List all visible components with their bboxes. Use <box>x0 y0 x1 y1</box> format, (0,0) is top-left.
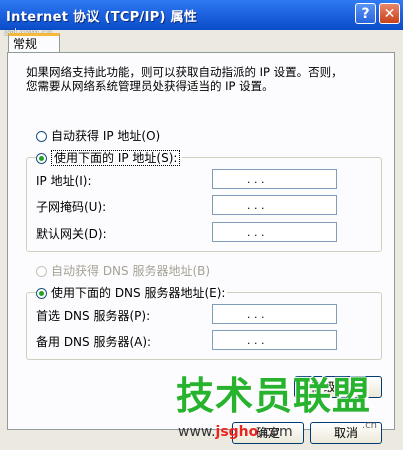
default-gateway-value: . . . <box>247 226 265 239</box>
alternate-dns-input[interactable]: . . . <box>212 330 337 350</box>
window-title: Internet 协议 (TCP/IP) 属性 <box>6 10 198 25</box>
radio-auto-dns-label: 自动获得 DNS 服务器地址(B) <box>51 264 211 278</box>
radio-auto-dns[interactable]: 自动获得 DNS 服务器地址(B) <box>36 262 210 279</box>
tab-general[interactable]: 常规 <box>8 33 60 53</box>
watermark-brand: 技术员联盟 <box>176 374 372 418</box>
radio-manual-dns[interactable]: 使用下面的 DNS 服务器地址(E): <box>36 284 228 301</box>
subnet-mask-label: 子网掩码(U): <box>36 200 107 214</box>
help-button[interactable]: ? <box>355 3 376 24</box>
subnet-mask-input[interactable]: . . . <box>212 195 337 215</box>
watermark-url-suffix: .com <box>258 424 293 440</box>
watermark-url: www.jsgho.com <box>178 424 293 440</box>
radio-auto-ip[interactable]: 自动获得 IP 地址(O) <box>36 127 160 144</box>
description-line-2: 您需要从网络系统管理员处获得适当的 IP 设置。 <box>26 79 274 93</box>
preferred-dns-input[interactable]: . . . <box>212 304 337 324</box>
default-gateway-input[interactable]: . . . <box>212 222 337 242</box>
preferred-dns-value: . . . <box>247 308 265 321</box>
ip-address-value: . . . <box>247 173 265 186</box>
close-button[interactable]: ✕ <box>379 3 400 24</box>
watermark-url-prefix: www. <box>178 424 216 440</box>
alternate-dns-label: 备用 DNS 服务器(A): <box>36 335 152 349</box>
tab-strip: 常规 <box>0 30 403 53</box>
radio-auto-ip-icon[interactable] <box>36 131 47 142</box>
radio-auto-dns-icon[interactable] <box>36 266 47 277</box>
watermark-site: .cn <box>362 420 378 431</box>
tab-general-label: 常规 <box>13 37 38 51</box>
alternate-dns-value: . . . <box>247 334 265 347</box>
radio-manual-ip-icon[interactable] <box>36 153 47 164</box>
subnet-mask-value: . . . <box>247 199 265 212</box>
radio-manual-ip-label: 使用下面的 IP 地址(S): <box>51 150 181 166</box>
ip-address-input[interactable]: . . . <box>212 169 337 189</box>
description-line-1: 如果网络支持此功能，则可以获取自动指派的 IP 设置。否则， <box>26 65 343 79</box>
radio-manual-ip[interactable]: 使用下面的 IP 地址(S): <box>36 149 183 166</box>
radio-manual-dns-icon[interactable] <box>36 288 47 299</box>
close-icon: ✕ <box>383 6 396 22</box>
radio-manual-dns-label: 使用下面的 DNS 服务器地址(E): <box>51 286 226 300</box>
watermark-url-highlight: jsgho <box>215 424 259 440</box>
default-gateway-label: 默认网关(D): <box>36 227 107 241</box>
help-icon: ? <box>361 6 370 22</box>
title-bar[interactable]: Internet 协议 (TCP/IP) 属性 ? ✕ <box>0 0 403 30</box>
description-text: 如果网络支持此功能，则可以获取自动指派的 IP 设置。否则， 您需要从网络系统管… <box>26 65 386 93</box>
radio-auto-ip-label: 自动获得 IP 地址(O) <box>51 129 161 143</box>
preferred-dns-label: 首选 DNS 服务器(P): <box>36 309 151 323</box>
ip-address-label: IP 地址(I): <box>36 174 92 188</box>
